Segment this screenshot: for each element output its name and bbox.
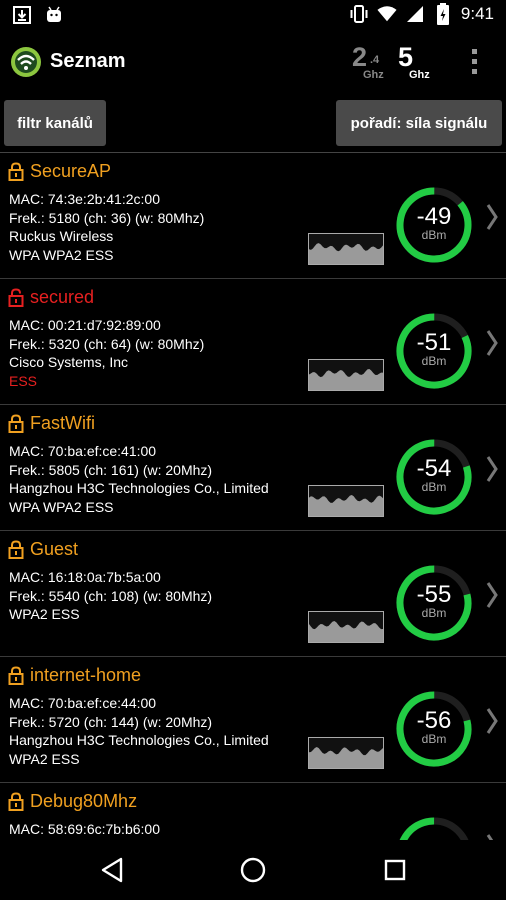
network-item[interactable]: SecureAP MAC: 74:3e:2b:41:2c:00 Frek.: 5…	[0, 153, 506, 279]
chevron-right-icon[interactable]	[486, 833, 498, 840]
network-security: WPA2 ESS	[9, 606, 80, 622]
signal-history-area	[309, 621, 383, 642]
signal-unit: dBm	[422, 228, 447, 242]
signal-history-area	[309, 747, 383, 768]
status-bar: 9:41	[0, 0, 506, 32]
signal-unit: dBm	[422, 354, 447, 368]
band-24-sub: .4	[370, 54, 380, 66]
network-ssid: Guest	[30, 539, 79, 559]
vibrate-icon	[349, 4, 369, 24]
network-mac: MAC: 74:3e:2b:41:2c:00	[9, 191, 160, 207]
network-item[interactable]: secured MAC: 00:21:d7:92:89:00 Frek.: 53…	[0, 279, 506, 405]
lock-closed-icon	[8, 792, 24, 811]
network-item[interactable]: FastWifi MAC: 70:ba:ef:ce:41:00 Frek.: 5…	[0, 405, 506, 531]
sort-order-button[interactable]: pořadí: síla signálu	[336, 100, 502, 146]
network-vendor: Cisco Systems, Inc	[9, 354, 129, 370]
network-frequency: Frek.: 5720 (ch: 144) (w: 20Mhz)	[9, 713, 213, 730]
battery-icon	[433, 3, 453, 25]
lock-closed-icon	[8, 666, 24, 685]
network-mac: MAC: 70:ba:ef:ce:41:00	[9, 443, 157, 459]
network-frequency: Frek.: 5320 (ch: 64) (w: 80Mhz)	[9, 335, 205, 352]
network-frequency: Frek.: 5540 (ch: 108) (w: 80Mhz)	[9, 587, 213, 604]
signal-history-graph	[308, 485, 384, 517]
chevron-right-icon[interactable]	[486, 203, 498, 231]
signal-history-area	[309, 243, 383, 264]
network-security: WPA2 ESS	[9, 750, 80, 767]
signal-strength-gauge: -51 dBm	[396, 313, 472, 389]
app-bar: Seznam 2 .4 Ghz 5 Ghz	[0, 32, 506, 92]
network-frequency: Frek.: 5805 (ch: 161) (w: 20Mhz)	[9, 461, 213, 478]
signal-unit: dBm	[422, 732, 447, 746]
lock-closed-icon	[8, 540, 24, 559]
signal-value: -51	[417, 329, 452, 356]
signal-strength-gauge: -56 dBm	[396, 691, 472, 767]
network-mac: MAC: 70:ba:ef:ce:44:00	[9, 695, 157, 711]
recent-apps-icon[interactable]	[384, 859, 406, 881]
network-ssid: FastWifi	[30, 413, 95, 433]
signal-unit: dBm	[422, 480, 447, 494]
app-logo-icon	[11, 47, 41, 77]
network-vendor: Ruckus Wireless	[9, 228, 114, 244]
band-5-unit: Ghz	[409, 69, 430, 81]
signal-strength-gauge: -49 dBm	[396, 187, 472, 263]
network-mac: MAC: 16:18:0a:7b:5a:00	[9, 569, 161, 585]
network-ssid: secured	[30, 287, 95, 307]
signal-strength-gauge: -54 dBm	[396, 439, 472, 515]
network-item[interactable]: internet-home MAC: 70:ba:ef:ce:44:00 Fre…	[0, 657, 506, 783]
network-item[interactable]: Guest MAC: 16:18:0a:7b:5a:00 Frek.: 5540…	[0, 531, 506, 657]
network-item[interactable]: Debug80Mhz MAC: 58:69:6c:7b:b6:00	[0, 783, 506, 840]
lock-closed-icon	[8, 162, 24, 181]
signal-history-graph	[308, 359, 384, 391]
signal-history-area	[309, 369, 383, 390]
network-vendor: Hangzhou H3C Technologies Co., Limited	[9, 480, 269, 496]
network-security: WPA WPA2 ESS	[9, 246, 114, 263]
band-24-unit: Ghz	[363, 69, 384, 81]
chevron-right-icon[interactable]	[486, 329, 498, 357]
network-security: WPA WPA2 ESS	[9, 498, 114, 515]
signal-unit: dBm	[422, 606, 447, 620]
network-vendor: Hangzhou H3C Technologies Co., Limited	[9, 732, 269, 748]
band-2-4ghz-toggle[interactable]: 2 .4 Ghz	[352, 42, 392, 82]
band-5ghz-toggle[interactable]: 5 Ghz	[398, 42, 438, 82]
lock-closed-icon	[8, 414, 24, 433]
back-icon[interactable]	[100, 857, 124, 883]
navigation-bar	[0, 840, 506, 900]
download-icon	[12, 5, 32, 25]
chevron-right-icon[interactable]	[486, 581, 498, 609]
signal-strength-gauge: -55 dBm	[396, 565, 472, 641]
signal-strength-gauge	[396, 817, 472, 840]
signal-history-graph	[308, 233, 384, 265]
network-frequency: Frek.: 5180 (ch: 36) (w: 80Mhz)	[9, 209, 205, 226]
signal-history-graph	[308, 737, 384, 769]
network-ssid: Debug80Mhz	[30, 791, 138, 811]
signal-icon	[405, 4, 425, 24]
signal-value: -49	[417, 203, 452, 230]
chevron-right-icon[interactable]	[486, 707, 498, 735]
lock-open-icon	[8, 288, 24, 307]
signal-history-graph	[308, 611, 384, 643]
overflow-menu-icon[interactable]	[466, 49, 482, 77]
channel-filter-button[interactable]: filtr kanálů	[4, 100, 106, 146]
network-mac: MAC: 00:21:d7:92:89:00	[9, 317, 161, 333]
signal-value: -55	[417, 581, 452, 608]
signal-history-area	[309, 495, 383, 516]
page-title: Seznam	[50, 50, 126, 72]
home-icon[interactable]	[240, 857, 266, 883]
network-mac: MAC: 58:69:6c:7b:b6:00	[9, 821, 160, 837]
network-list[interactable]: SecureAP MAC: 74:3e:2b:41:2c:00 Frek.: 5…	[0, 153, 506, 840]
network-ssid: internet-home	[30, 665, 142, 685]
chevron-right-icon[interactable]	[486, 455, 498, 483]
clock: 9:41	[460, 4, 494, 23]
android-icon	[44, 5, 64, 25]
signal-value: -56	[417, 707, 452, 734]
signal-value: -54	[417, 455, 452, 482]
network-ssid: SecureAP	[30, 161, 112, 181]
wifi-icon	[377, 4, 397, 24]
network-security: ESS	[9, 372, 38, 389]
